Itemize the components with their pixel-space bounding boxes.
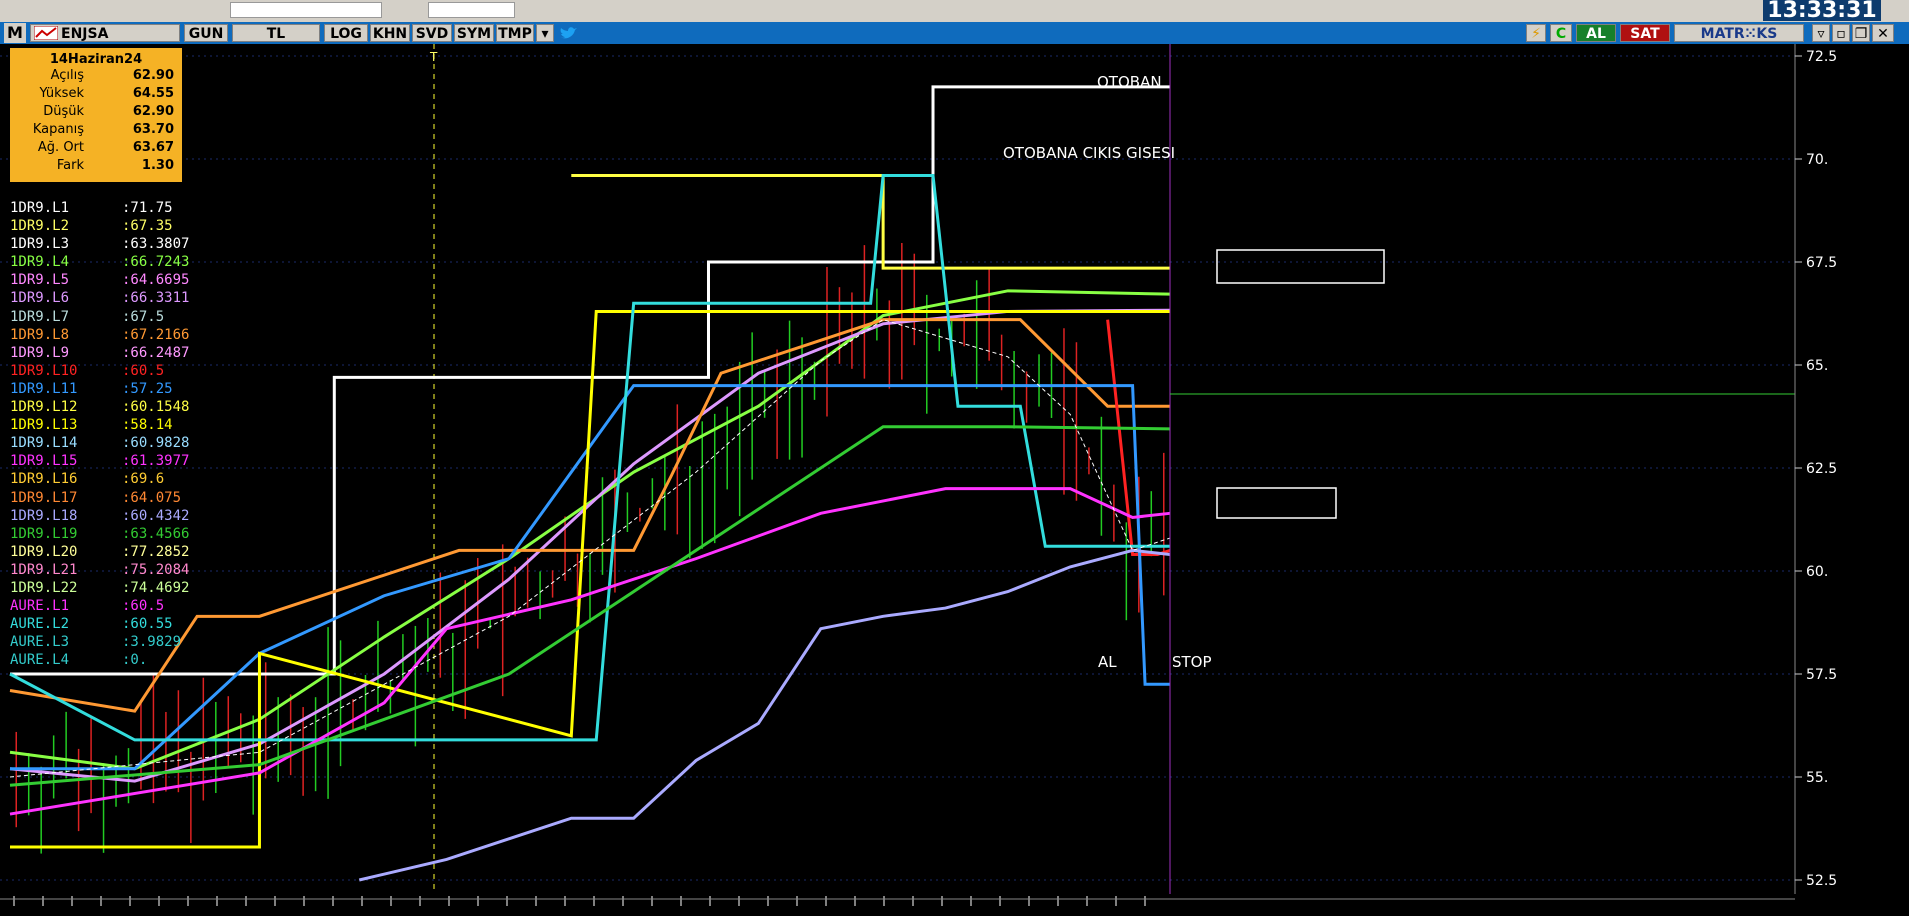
log-scale-button[interactable]: LOG	[324, 24, 368, 42]
dropdown-arrow-icon[interactable]: ▾	[536, 24, 554, 42]
chart-toolbar: M ENJSA GUN TL LOG KHN SVD SYM TMP ▾ ⚡ C…	[0, 22, 1909, 44]
legend-item: 1DR9.L13:58.14	[10, 417, 173, 434]
legend-item: 1DR9.L1:71.75	[10, 200, 173, 216]
t-marker-label: T	[430, 50, 438, 64]
legend-item: 1DR9.L16:69.6	[10, 471, 165, 488]
legend-item: 1DR9.L4:66.7243	[10, 254, 190, 271]
y-tick-label: 60.	[1806, 564, 1828, 580]
y-tick-label: 57.5	[1806, 667, 1837, 683]
y-tick-label: 52.5	[1806, 873, 1837, 889]
y-tick-label: 72.5	[1806, 49, 1837, 65]
minimize-icon[interactable]: ▫	[1832, 24, 1850, 42]
sym-button[interactable]: SYM	[454, 24, 494, 42]
y-tick-label: 55.	[1806, 770, 1828, 786]
tmp-button[interactable]: TMP	[496, 24, 534, 42]
price-chart[interactable]: 72.5 70. 67.5 65. 62.5 60. 57.5 55. 52.5	[0, 44, 1909, 916]
legend-item: 1DR9.L20:77.2852	[10, 543, 190, 560]
legend-item: 1DR9.L15:61.3977	[10, 453, 190, 470]
legend-item: AURE.L1:60.5	[10, 598, 165, 615]
legend-item: 1DR9.L11:57.25	[10, 380, 173, 397]
annotation-box-upper	[1216, 249, 1385, 284]
ohlc-row: Yüksek 64.55	[39, 86, 174, 101]
legend-item: AURE.L4:0.	[10, 652, 148, 669]
legend-item: 1DR9.L19:63.4566	[10, 525, 190, 542]
annotation-box-lower	[1216, 487, 1337, 519]
clock-display: 13:33:31	[1763, 0, 1881, 21]
otobana-cikis-gisesi-label: OTOBANA CIKIS GISESI	[1003, 144, 1176, 162]
y-tick-label: 70.	[1806, 152, 1828, 168]
ohlc-date: 14Haziran24	[49, 52, 143, 67]
static-marks	[0, 44, 1796, 900]
period-gun-button[interactable]: GUN	[184, 24, 228, 42]
twitter-bird-icon[interactable]	[558, 26, 578, 42]
y-tick-label: 62.5	[1806, 461, 1837, 477]
legend-item: 1DR9.L5:64.6695	[10, 272, 190, 289]
legend-item: 1DR9.L10:60.5	[10, 362, 165, 379]
restore-icon[interactable]: ❐	[1852, 24, 1870, 42]
legend-item: 1DR9.L14:60.9828	[10, 435, 190, 452]
al-signal-label: AL	[1098, 653, 1117, 671]
legend-item: 1DR9.L17:64.075	[10, 489, 182, 506]
chart-type-icon[interactable]	[34, 26, 58, 40]
y-axis: 72.5 70. 67.5 65. 62.5 60. 57.5 55. 52.5	[1795, 49, 1837, 889]
currency-tl-button[interactable]: TL	[232, 24, 320, 42]
otoban-label: OTOBAN	[1097, 73, 1162, 91]
khn-button[interactable]: KHN	[370, 24, 410, 42]
legend-item: AURE.L2:60.55	[10, 616, 173, 633]
stop-signal-label: STOP	[1172, 653, 1212, 671]
lightning-icon[interactable]: ⚡	[1526, 24, 1546, 42]
legend-item: 1DR9.L22:74.4692	[10, 579, 190, 596]
top-input-slot-2[interactable]	[428, 2, 515, 18]
ohlc-row: Açılış 62.90	[50, 68, 174, 83]
ohlc-row: Fark 1.30	[56, 158, 174, 173]
legend-item: 1DR9.L3:63.3807	[10, 236, 190, 253]
series-line-1dr9-l2	[571, 173, 1170, 270]
legend-item: 1DR9.L9:66.2487	[10, 344, 190, 361]
legend-item: 1DR9.L2:67.35	[10, 218, 173, 235]
window-menu-icon[interactable]: ▿	[1812, 24, 1830, 42]
sat-sell-button[interactable]: SAT	[1620, 24, 1670, 42]
legend-item: 1DR9.L6:66.3311	[10, 290, 190, 307]
ohlc-row: Ağ. Ort 63.67	[37, 140, 174, 155]
legend-item: 1DR9.L7:67.5	[10, 308, 165, 325]
legend-item: AURE.L3:3.9829	[10, 634, 182, 651]
al-buy-button[interactable]: AL	[1576, 24, 1616, 42]
legend-item: 1DR9.L21:75.2084	[10, 561, 190, 578]
ohlc-row: Düşük 62.90	[43, 104, 174, 119]
ohlc-info-panel: 14Haziran24 Açılış 62.90 Yüksek 64.55 Düşü…	[10, 48, 182, 182]
window-top-strip: 13:33:31	[0, 0, 1909, 22]
ohlc-row: Kapanış 63.70	[32, 122, 174, 137]
close-icon[interactable]: ✕	[1872, 24, 1894, 42]
legend-item: 1DR9.L12:60.1548	[10, 399, 190, 416]
y-tick-label: 65.	[1806, 358, 1828, 374]
y-tick-label: 67.5	[1806, 255, 1837, 271]
indicator-legend: 1DR9.L1:71.75 1DR9.L2:67.35 1DR9.L3:63.380…	[10, 199, 189, 669]
symbol-label: ENJSA	[61, 26, 109, 42]
svd-button[interactable]: SVD	[412, 24, 452, 42]
c-button[interactable]: C	[1550, 24, 1572, 42]
top-input-slot-1[interactable]	[230, 2, 382, 18]
matriks-brand-label: MATR⁙KS	[1674, 24, 1804, 42]
legend-item: 1DR9.L18:60.4342	[10, 507, 190, 524]
legend-item: 1DR9.L8:67.2166	[10, 326, 190, 343]
app-logo: M	[4, 23, 26, 43]
